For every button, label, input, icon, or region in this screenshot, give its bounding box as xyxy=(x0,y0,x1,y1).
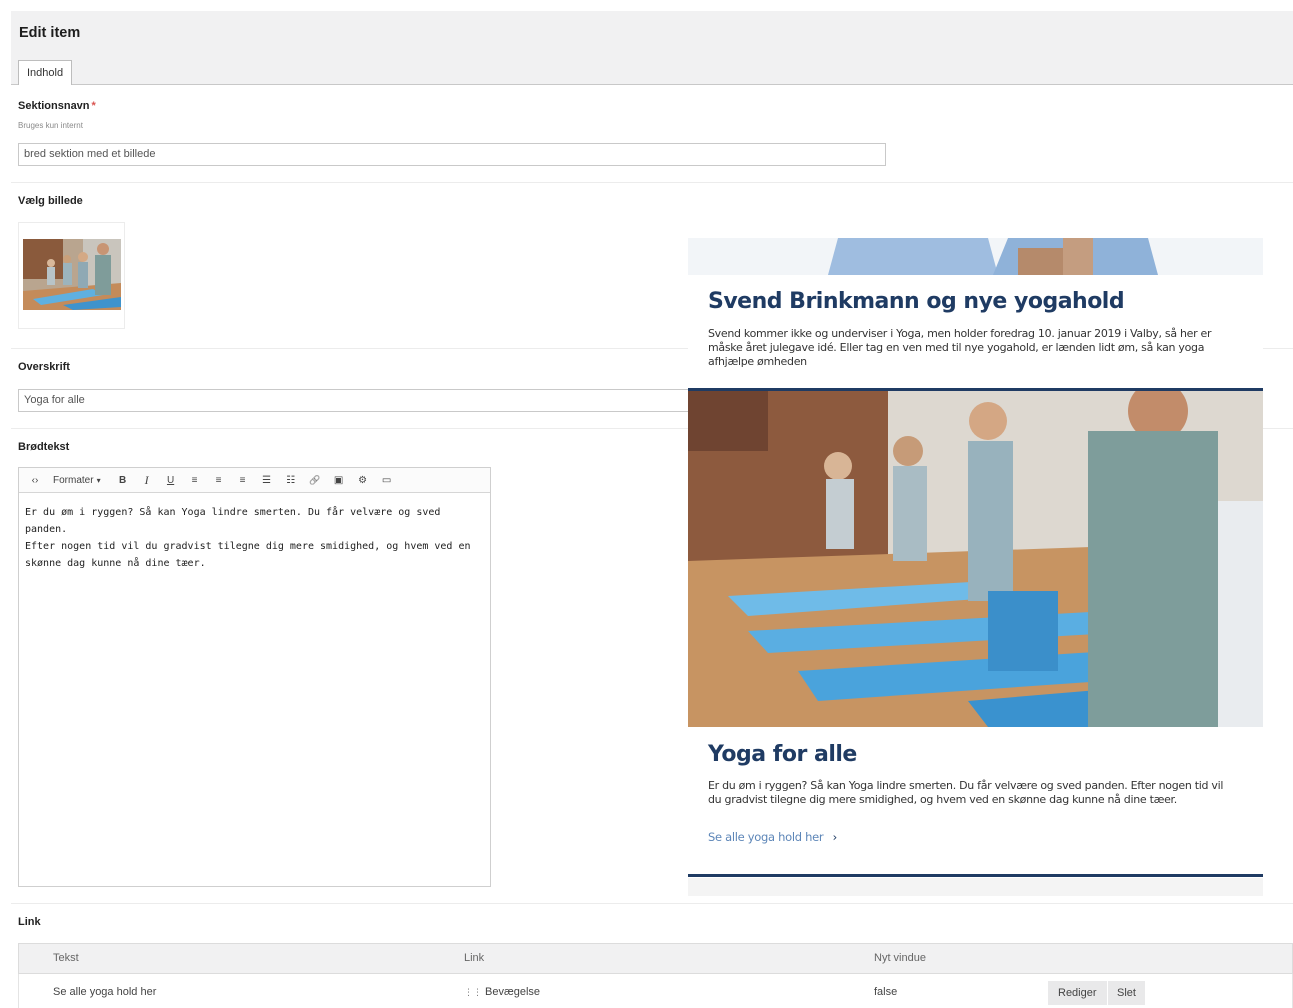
preview-card2-text: Er du øm i ryggen? Så kan Yoga lindre sm… xyxy=(708,779,1224,806)
macro-icon[interactable]: ⚙ xyxy=(353,470,373,490)
section-name-input[interactable]: bred sektion med et billede xyxy=(18,143,886,166)
page-header: Edit item Indhold xyxy=(11,11,1293,85)
heading-label: Overskrift xyxy=(18,361,70,373)
link-icon[interactable]: 🔗 xyxy=(305,470,325,490)
row-text: Se alle yoga hold her xyxy=(53,986,157,998)
row-new-window: false xyxy=(874,986,898,998)
link-label: Link xyxy=(18,916,41,928)
format-dropdown[interactable]: Formater ▾ xyxy=(49,470,105,490)
editor-content[interactable]: Er du øm i ryggen? Så kan Yoga lindre sm… xyxy=(19,493,490,583)
preview-main-image xyxy=(688,391,1263,727)
preview-card1-title: Svend Brinkmann og nye yogahold xyxy=(708,289,1125,314)
node-icon: ⋮⋮ xyxy=(464,987,482,997)
preview-card2-title: Yoga for alle xyxy=(708,742,857,767)
align-center-icon[interactable]: ≡ xyxy=(209,470,229,490)
preview-card2-link: Se alle yoga hold her › xyxy=(708,830,837,844)
chevron-right-icon: › xyxy=(832,830,838,844)
delete-button[interactable]: Slet xyxy=(1108,981,1145,1005)
column-header-link: Link xyxy=(464,952,485,964)
column-header-text: Tekst xyxy=(53,952,79,964)
row-link-label: Bevægelse xyxy=(485,986,541,998)
underline-icon[interactable]: U xyxy=(161,470,181,490)
section-name-label: Sektionsnavn * xyxy=(18,100,96,112)
editor-toolbar: ‹› Formater ▾ B I U ≡ ≡ ≡ ☰ ☷ 🔗 ▣ ⚙ ▭ xyxy=(19,468,490,493)
preview-card2-link-text: Se alle yoga hold her xyxy=(708,830,824,844)
tab-indhold[interactable]: Indhold xyxy=(18,60,73,85)
align-left-icon[interactable]: ≡ xyxy=(185,470,205,490)
link-table: Tekst Link Nyt vindue Se alle yoga hold … xyxy=(18,943,1293,1008)
image-icon[interactable]: ▣ xyxy=(329,470,349,490)
bold-icon[interactable]: B xyxy=(113,470,133,490)
image-picker[interactable] xyxy=(18,222,125,329)
required-marker: * xyxy=(91,100,96,112)
row-link: ⋮⋮ Bevægelse xyxy=(464,974,540,1008)
preview-top-image xyxy=(688,238,1263,275)
source-code-icon[interactable]: ‹› xyxy=(25,470,45,490)
selected-image-thumbnail[interactable] xyxy=(23,239,121,310)
divider xyxy=(11,182,1293,183)
table-row: Se alle yoga hold her ⋮⋮ Bevægelse false … xyxy=(18,974,1293,1008)
preview-footer-band xyxy=(688,878,1263,896)
align-right-icon[interactable]: ≡ xyxy=(233,470,253,490)
link-table-header: Tekst Link Nyt vindue xyxy=(18,943,1293,974)
section-preview: Svend Brinkmann og nye yogahold Svend ko… xyxy=(688,238,1263,896)
section-name-help: Bruges kun internt xyxy=(18,121,83,130)
body-text-label: Brødtekst xyxy=(18,441,70,453)
page-title: Edit item xyxy=(19,25,81,41)
italic-icon[interactable]: I xyxy=(137,470,157,490)
section-name-label-text: Sektionsnavn xyxy=(18,100,90,112)
embed-icon[interactable]: ▭ xyxy=(377,470,397,490)
bullet-list-icon[interactable]: ☰ xyxy=(257,470,277,490)
numbered-list-icon[interactable]: ☷ xyxy=(281,470,301,490)
rich-text-editor[interactable]: ‹› Formater ▾ B I U ≡ ≡ ≡ ☰ ☷ 🔗 ▣ ⚙ ▭ Er… xyxy=(18,467,491,887)
column-header-new-window: Nyt vindue xyxy=(874,952,926,964)
format-dropdown-label: Formater xyxy=(53,474,94,486)
preview-card1-text: Svend kommer ikke og underviser i Yoga, … xyxy=(708,327,1212,368)
image-picker-label: Vælg billede xyxy=(18,195,83,207)
edit-button[interactable]: Rediger xyxy=(1048,981,1107,1005)
chevron-down-icon: ▾ xyxy=(96,475,101,485)
heading-input[interactable]: Yoga for alle xyxy=(18,389,718,412)
divider xyxy=(11,903,1293,904)
preview-divider xyxy=(688,874,1263,877)
